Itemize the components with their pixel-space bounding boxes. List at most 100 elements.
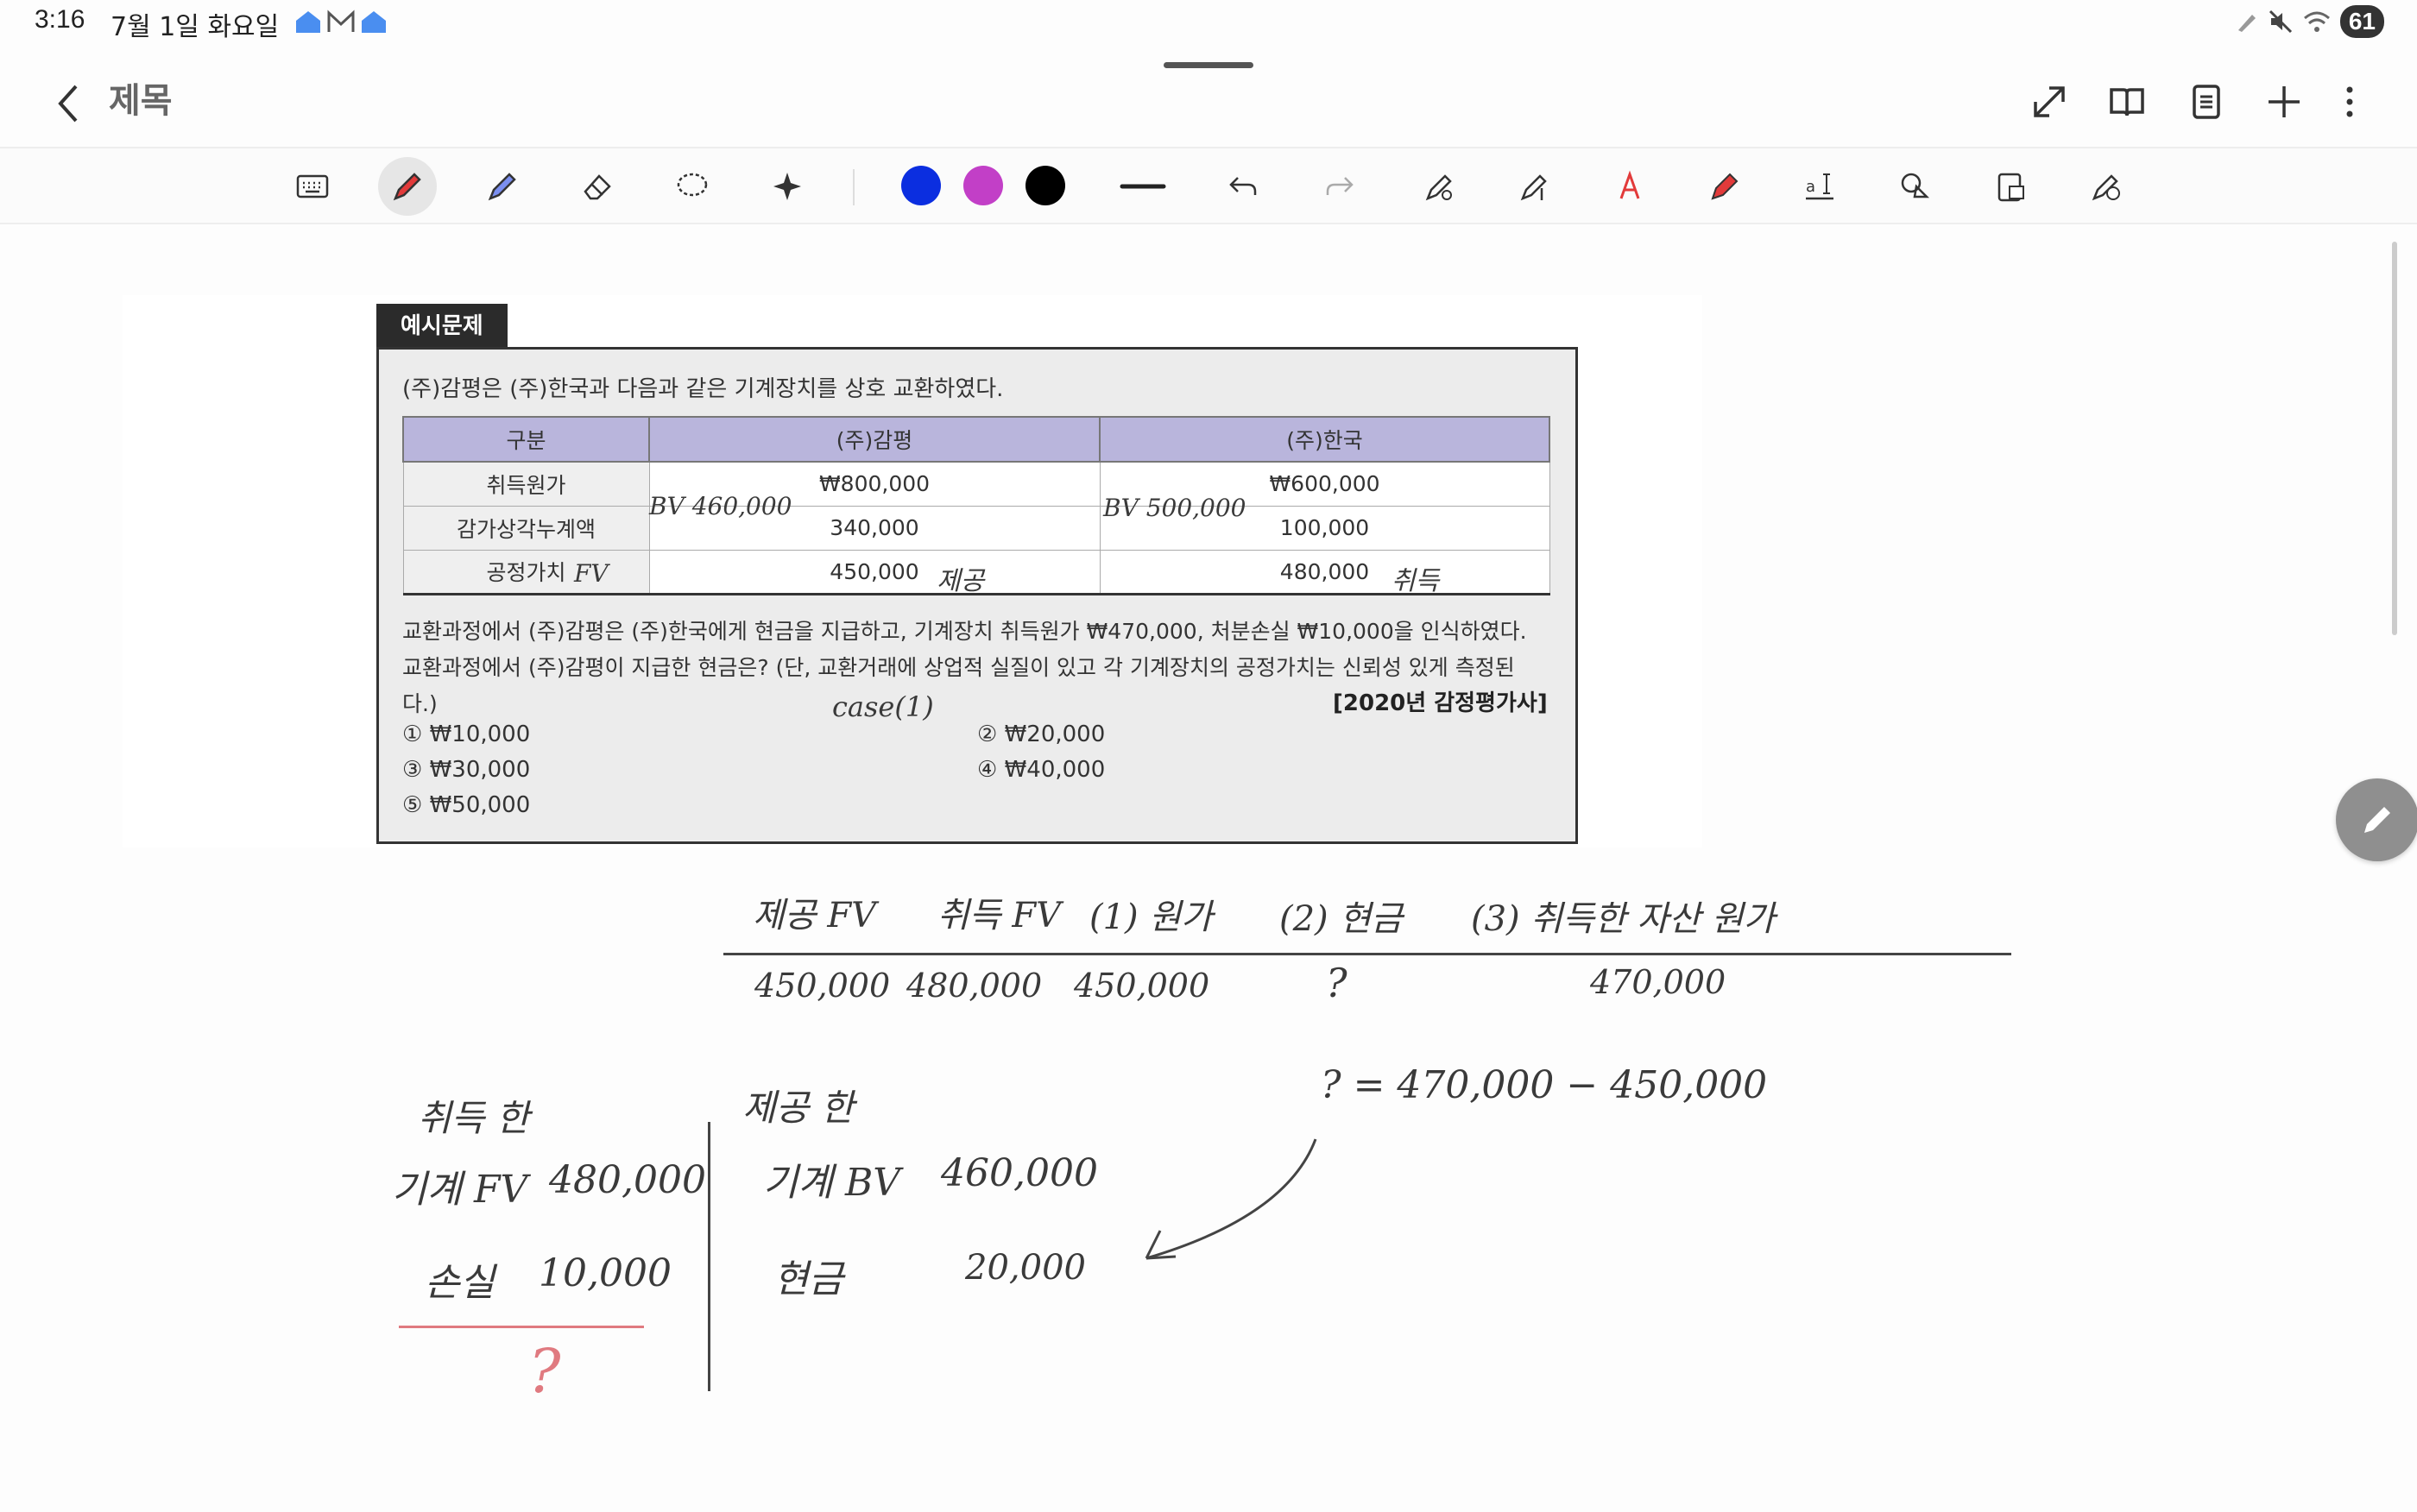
note-value-2: 480,000 <box>906 967 1043 1005</box>
page-title[interactable]: 제목 <box>109 72 173 123</box>
page-layout-icon[interactable] <box>2179 74 2234 129</box>
pen-icon <box>393 173 421 201</box>
add-icon[interactable] <box>2256 74 2312 129</box>
toolbar-divider <box>853 169 855 205</box>
problem-body-3: 다.) <box>402 691 438 716</box>
note-value-4: ? <box>1326 960 1347 1006</box>
table-cell: 480,000 <box>1099 549 1550 595</box>
sparkle-icon <box>773 173 801 200</box>
back-icon[interactable] <box>45 76 93 131</box>
left-question: ? <box>528 1336 561 1407</box>
color-black[interactable] <box>1025 166 1065 205</box>
left-row1-label: 기계 FV <box>392 1168 528 1212</box>
status-right: 61 <box>2235 5 2384 38</box>
text-pen-icon <box>1520 174 1547 201</box>
handwritten-case: case(1) <box>832 690 934 723</box>
option-1: ① ₩10,000 <box>402 721 531 747</box>
note-header-5: (3) 취득한 자산 원가 <box>1471 899 1776 939</box>
redo-button[interactable] <box>1310 157 1369 216</box>
left-row2-value: 10,000 <box>539 1251 672 1295</box>
more-menu-icon[interactable] <box>2322 74 2377 129</box>
pen-settings-tool[interactable] <box>1410 157 1469 216</box>
lock-tool[interactable] <box>1982 157 2041 216</box>
color-purple[interactable] <box>963 166 1003 205</box>
note-header-4: (2) 현금 <box>1279 899 1403 939</box>
note-header-1: 제공 FV <box>753 896 876 936</box>
table-cell: 450,000 <box>648 549 1101 595</box>
notification-icons <box>293 9 388 35</box>
table-cell: 취득원가 <box>402 461 650 507</box>
left-title: 취득 한 <box>418 1097 530 1139</box>
problem-tag: 예시문제 <box>376 304 508 349</box>
lasso-tool[interactable] <box>663 157 722 216</box>
note-value-5: 470,000 <box>1590 963 1726 1001</box>
table-header: 구분 <box>402 416 650 463</box>
edit-fab[interactable] <box>2336 778 2417 861</box>
note-divider <box>723 953 2011 955</box>
status-time: 3:16 <box>35 5 85 34</box>
pen-status-icon <box>2237 15 2256 32</box>
pen-tool[interactable] <box>378 157 437 216</box>
stroke-width-tool[interactable] <box>1114 157 1172 216</box>
shape-tool[interactable] <box>1885 157 1944 216</box>
lock-doc-icon <box>1997 173 2024 202</box>
mail-app-icon <box>327 9 355 32</box>
table-header: (주)한국 <box>1099 416 1550 463</box>
undo-icon <box>1229 177 1257 195</box>
handwritten-bv-gampyeong: BV 460,000 <box>649 492 792 520</box>
highlighter-icon <box>488 173 516 201</box>
handwritten-bv-hanguk: BV 500,000 <box>1103 494 1246 522</box>
option-2: ② ₩20,000 <box>977 721 1106 747</box>
pen-clock-icon <box>2092 174 2120 201</box>
right-row2-value: 20,000 <box>965 1248 1086 1288</box>
vertical-scrollbar[interactable] <box>2392 242 2397 635</box>
table-header-row: 구분 (주)감평 (주)한국 <box>402 416 1550 463</box>
redo-icon <box>1326 177 1354 195</box>
option-4: ④ ₩40,000 <box>977 757 1106 783</box>
eraser-tool[interactable] <box>568 157 627 216</box>
table-header: (주)감평 <box>648 416 1101 463</box>
problem-intro: (주)감평은 (주)한국과 다음과 같은 기계장치를 상호 교환하였다. <box>402 376 1004 402</box>
problem-source: [2020년 감정평가사] <box>1333 690 1548 716</box>
red-underline <box>399 1326 644 1328</box>
undo-button[interactable] <box>1214 157 1272 216</box>
mute-icon <box>2269 9 2292 34</box>
right-row1-label: 기계 BV <box>763 1161 901 1205</box>
wifi-icon <box>2303 11 2330 32</box>
problem-body-2: 교환과정에서 (주)감평이 지급한 현금은? (단, 교환거래에 상업적 실질이… <box>402 655 1515 680</box>
table-cell: 공정가치 <box>402 549 650 595</box>
note-header-2: 취득 FV <box>937 896 1061 936</box>
home-app-icon-2 <box>362 11 386 33</box>
handwritten-give: 제공 <box>937 566 985 596</box>
eraser-icon <box>584 174 611 200</box>
option-3: ③ ₩30,000 <box>402 757 531 783</box>
right-title: 제공 한 <box>742 1087 855 1129</box>
expand-icon[interactable] <box>2022 74 2077 129</box>
table-row: 취득원가 ₩800,000 ₩600,000 <box>402 461 1550 507</box>
book-view-icon[interactable] <box>2099 74 2155 129</box>
ai-tool[interactable] <box>758 157 817 216</box>
t-account-divider <box>708 1122 710 1391</box>
stroke-width-icon <box>1120 184 1166 189</box>
note-header-3: (1) 원가 <box>1089 898 1213 937</box>
lasso-icon <box>677 173 708 197</box>
keyboard-icon <box>296 174 329 198</box>
keyboard-tool[interactable] <box>283 157 342 216</box>
table-row: 감가상각누계액 340,000 100,000 <box>402 505 1550 551</box>
note-equation: ? = 470,000 − 450,000 <box>1321 1063 1768 1107</box>
pen-clock-tool[interactable] <box>2077 157 2136 216</box>
shape-icon <box>1901 173 1930 198</box>
text-pen-tool[interactable] <box>1505 157 1564 216</box>
text-box-tool[interactable]: a <box>1790 157 1849 216</box>
handwriting-to-text-tool[interactable] <box>1600 157 1659 216</box>
color-blue[interactable] <box>901 166 941 205</box>
svg-text:a: a <box>1806 178 1815 196</box>
highlighter-tool[interactable] <box>473 157 532 216</box>
left-row1-value: 480,000 <box>549 1158 706 1202</box>
marker-tool[interactable] <box>1695 157 1754 216</box>
note-value-3: 450,000 <box>1074 967 1210 1005</box>
pen-toolbar: a <box>0 147 2417 224</box>
status-date: 7월 1일 화요일 <box>110 12 280 42</box>
drag-handle[interactable] <box>1164 62 1253 68</box>
note-value-1: 450,000 <box>754 967 891 1005</box>
